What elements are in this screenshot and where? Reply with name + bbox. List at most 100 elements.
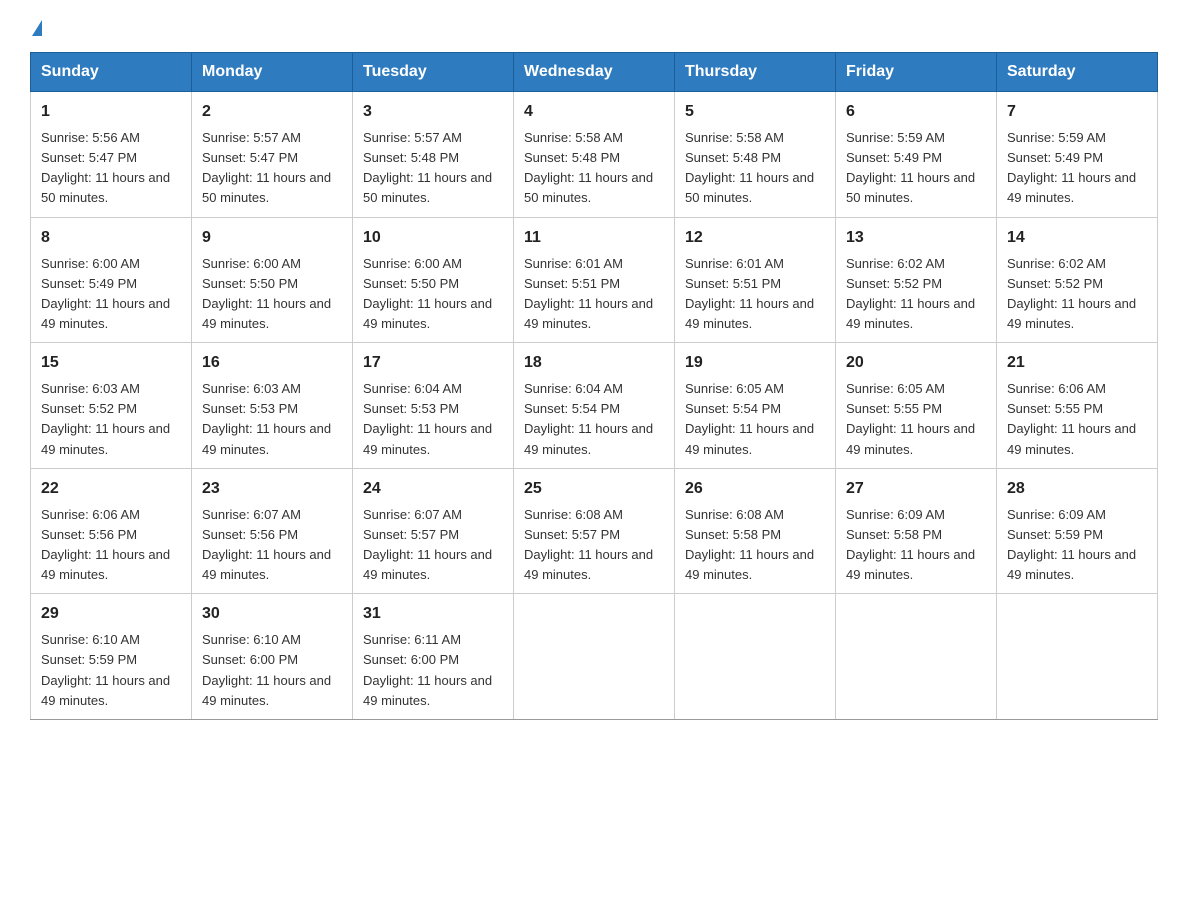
- calendar-cell: 8 Sunrise: 6:00 AMSunset: 5:49 PMDaylight…: [31, 217, 192, 343]
- day-number: 1: [41, 100, 181, 124]
- calendar-week-row: 1Sunrise: 5:56 AMSunset: 5:47 PMDaylight…: [31, 92, 1158, 218]
- day-info: Sunrise: 6:05 AMSunset: 5:54 PMDaylight:…: [685, 379, 825, 460]
- calendar-cell: 7 Sunrise: 5:59 AMSunset: 5:49 PMDaylight…: [997, 92, 1158, 218]
- calendar-table: SundayMondayTuesdayWednesdayThursdayFrid…: [30, 52, 1158, 720]
- calendar-cell: 6 Sunrise: 5:59 AMSunset: 5:49 PMDaylight…: [836, 92, 997, 218]
- logo-triangle-icon: [32, 20, 42, 36]
- calendar-cell: 17 Sunrise: 6:04 AMSunset: 5:53 PMDayligh…: [353, 343, 514, 469]
- calendar-cell: 18Sunrise: 6:04 AMSunset: 5:54 PMDayligh…: [514, 343, 675, 469]
- calendar-cell: 24 Sunrise: 6:07 AMSunset: 5:57 PMDayligh…: [353, 468, 514, 594]
- calendar-header-friday: Friday: [836, 53, 997, 92]
- calendar-cell: 30 Sunrise: 6:10 AMSunset: 6:00 PMDayligh…: [192, 594, 353, 720]
- day-number: 17: [363, 351, 503, 375]
- day-info: Sunrise: 6:08 AMSunset: 5:57 PMDaylight:…: [524, 505, 664, 586]
- day-number: 30: [202, 602, 342, 626]
- day-info: Sunrise: 5:58 AMSunset: 5:48 PMDaylight:…: [524, 128, 664, 209]
- day-number: 16: [202, 351, 342, 375]
- day-number: 10: [363, 226, 503, 250]
- day-number: 19: [685, 351, 825, 375]
- day-number: 21: [1007, 351, 1147, 375]
- calendar-header-monday: Monday: [192, 53, 353, 92]
- calendar-cell: 21 Sunrise: 6:06 AMSunset: 5:55 PMDayligh…: [997, 343, 1158, 469]
- day-number: 27: [846, 477, 986, 501]
- calendar-week-row: 22 Sunrise: 6:06 AMSunset: 5:56 PMDayligh…: [31, 468, 1158, 594]
- day-number: 2: [202, 100, 342, 124]
- day-info: Sunrise: 5:59 AMSunset: 5:49 PMDaylight:…: [846, 128, 986, 209]
- day-number: 26: [685, 477, 825, 501]
- calendar-cell: 14 Sunrise: 6:02 AMSunset: 5:52 PMDayligh…: [997, 217, 1158, 343]
- day-number: 29: [41, 602, 181, 626]
- calendar-cell: [836, 594, 997, 720]
- day-info: Sunrise: 6:04 AMSunset: 5:53 PMDaylight:…: [363, 379, 503, 460]
- day-number: 6: [846, 100, 986, 124]
- calendar-cell: 28 Sunrise: 6:09 AMSunset: 5:59 PMDayligh…: [997, 468, 1158, 594]
- calendar-cell: 5 Sunrise: 5:58 AMSunset: 5:48 PMDaylight…: [675, 92, 836, 218]
- calendar-cell: 13 Sunrise: 6:02 AMSunset: 5:52 PMDayligh…: [836, 217, 997, 343]
- day-info: Sunrise: 6:00 AMSunset: 5:50 PMDaylight:…: [202, 254, 342, 335]
- day-info: Sunrise: 6:03 AMSunset: 5:53 PMDaylight:…: [202, 379, 342, 460]
- calendar-cell: 2 Sunrise: 5:57 AMSunset: 5:47 PMDaylight…: [192, 92, 353, 218]
- day-number: 15: [41, 351, 181, 375]
- day-info: Sunrise: 5:59 AMSunset: 5:49 PMDaylight:…: [1007, 128, 1147, 209]
- day-info: Sunrise: 6:09 AMSunset: 5:58 PMDaylight:…: [846, 505, 986, 586]
- day-info: Sunrise: 6:05 AMSunset: 5:55 PMDaylight:…: [846, 379, 986, 460]
- calendar-cell: 9Sunrise: 6:00 AMSunset: 5:50 PMDaylight…: [192, 217, 353, 343]
- day-number: 5: [685, 100, 825, 124]
- day-info: Sunrise: 6:07 AMSunset: 5:56 PMDaylight:…: [202, 505, 342, 586]
- day-number: 18: [524, 351, 664, 375]
- day-info: Sunrise: 6:02 AMSunset: 5:52 PMDaylight:…: [1007, 254, 1147, 335]
- day-number: 22: [41, 477, 181, 501]
- day-info: Sunrise: 6:10 AMSunset: 5:59 PMDaylight:…: [41, 630, 181, 711]
- calendar-cell: 22 Sunrise: 6:06 AMSunset: 5:56 PMDayligh…: [31, 468, 192, 594]
- day-info: Sunrise: 5:58 AMSunset: 5:48 PMDaylight:…: [685, 128, 825, 209]
- day-info: Sunrise: 6:00 AMSunset: 5:49 PMDaylight:…: [41, 254, 181, 335]
- calendar-cell: 19 Sunrise: 6:05 AMSunset: 5:54 PMDayligh…: [675, 343, 836, 469]
- calendar-cell: 29 Sunrise: 6:10 AMSunset: 5:59 PMDayligh…: [31, 594, 192, 720]
- day-info: Sunrise: 6:02 AMSunset: 5:52 PMDaylight:…: [846, 254, 986, 335]
- page-header: [30, 20, 1158, 36]
- day-number: 14: [1007, 226, 1147, 250]
- day-number: 4: [524, 100, 664, 124]
- day-number: 13: [846, 226, 986, 250]
- day-info: Sunrise: 6:03 AMSunset: 5:52 PMDaylight:…: [41, 379, 181, 460]
- day-info: Sunrise: 6:01 AMSunset: 5:51 PMDaylight:…: [524, 254, 664, 335]
- day-info: Sunrise: 5:57 AMSunset: 5:47 PMDaylight:…: [202, 128, 342, 209]
- calendar-cell: 27 Sunrise: 6:09 AMSunset: 5:58 PMDayligh…: [836, 468, 997, 594]
- day-info: Sunrise: 6:00 AMSunset: 5:50 PMDaylight:…: [363, 254, 503, 335]
- day-number: 8: [41, 226, 181, 250]
- day-number: 23: [202, 477, 342, 501]
- calendar-cell: 1Sunrise: 5:56 AMSunset: 5:47 PMDaylight…: [31, 92, 192, 218]
- calendar-header-tuesday: Tuesday: [353, 53, 514, 92]
- logo: [30, 20, 42, 36]
- day-number: 11: [524, 226, 664, 250]
- day-number: 31: [363, 602, 503, 626]
- day-info: Sunrise: 6:11 AMSunset: 6:00 PMDaylight:…: [363, 630, 503, 711]
- day-info: Sunrise: 5:57 AMSunset: 5:48 PMDaylight:…: [363, 128, 503, 209]
- day-number: 3: [363, 100, 503, 124]
- calendar-cell: 10 Sunrise: 6:00 AMSunset: 5:50 PMDayligh…: [353, 217, 514, 343]
- day-number: 7: [1007, 100, 1147, 124]
- day-info: Sunrise: 6:01 AMSunset: 5:51 PMDaylight:…: [685, 254, 825, 335]
- calendar-header-sunday: Sunday: [31, 53, 192, 92]
- calendar-cell: 26Sunrise: 6:08 AMSunset: 5:58 PMDayligh…: [675, 468, 836, 594]
- day-number: 25: [524, 477, 664, 501]
- calendar-cell: 15 Sunrise: 6:03 AMSunset: 5:52 PMDayligh…: [31, 343, 192, 469]
- calendar-cell: 25 Sunrise: 6:08 AMSunset: 5:57 PMDayligh…: [514, 468, 675, 594]
- day-info: Sunrise: 6:07 AMSunset: 5:57 PMDaylight:…: [363, 505, 503, 586]
- day-number: 24: [363, 477, 503, 501]
- calendar-cell: 31 Sunrise: 6:11 AMSunset: 6:00 PMDayligh…: [353, 594, 514, 720]
- calendar-cell: 12Sunrise: 6:01 AMSunset: 5:51 PMDayligh…: [675, 217, 836, 343]
- calendar-header-thursday: Thursday: [675, 53, 836, 92]
- day-number: 28: [1007, 477, 1147, 501]
- day-info: Sunrise: 6:06 AMSunset: 5:55 PMDaylight:…: [1007, 379, 1147, 460]
- calendar-header-wednesday: Wednesday: [514, 53, 675, 92]
- day-info: Sunrise: 6:06 AMSunset: 5:56 PMDaylight:…: [41, 505, 181, 586]
- calendar-cell: [514, 594, 675, 720]
- calendar-cell: 16 Sunrise: 6:03 AMSunset: 5:53 PMDayligh…: [192, 343, 353, 469]
- calendar-cell: 4 Sunrise: 5:58 AMSunset: 5:48 PMDaylight…: [514, 92, 675, 218]
- day-info: Sunrise: 6:10 AMSunset: 6:00 PMDaylight:…: [202, 630, 342, 711]
- day-info: Sunrise: 6:09 AMSunset: 5:59 PMDaylight:…: [1007, 505, 1147, 586]
- calendar-header-saturday: Saturday: [997, 53, 1158, 92]
- calendar-cell: 3 Sunrise: 5:57 AMSunset: 5:48 PMDaylight…: [353, 92, 514, 218]
- day-number: 20: [846, 351, 986, 375]
